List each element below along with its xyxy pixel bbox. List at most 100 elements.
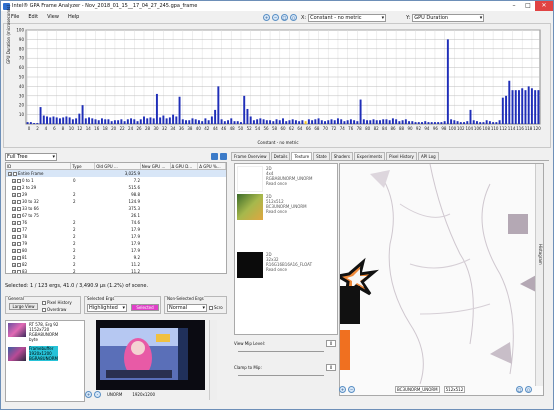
chart-bar[interactable] [527,86,530,124]
chart-bar[interactable] [78,113,81,124]
chart-bar[interactable] [288,120,291,124]
chart-bar[interactable] [65,116,68,124]
expand-icon[interactable]: + [12,178,16,183]
row-checkbox[interactable] [17,255,21,260]
chart-bar[interactable] [408,121,411,124]
large-view-button[interactable]: Large View [9,303,38,310]
chart-bar[interactable] [514,90,517,124]
chart-bar[interactable] [294,120,297,124]
chart-bar[interactable] [291,119,294,124]
col-type[interactable]: Type [71,163,96,169]
chart-bar[interactable] [278,120,281,124]
chart-bar[interactable] [55,117,58,124]
expand-icon[interactable]: + [12,213,16,218]
table-row[interactable]: +76 2 74.6 [6,219,226,226]
chart-bar[interactable] [36,123,39,124]
tab-experiments[interactable]: Experiments [353,152,386,160]
chart-bar[interactable] [201,121,204,124]
chart-bar[interactable] [450,119,453,124]
view-mip-slider[interactable] [238,351,324,352]
chart-bar[interactable] [104,119,107,124]
texture-item-3[interactable]: 2D 32x32 R16G16B16A16_FLOAT Read once [237,252,337,280]
chart-bar[interactable] [307,119,310,124]
menu-edit[interactable]: Edit [28,14,38,20]
chart-bar[interactable] [414,122,417,124]
chart-bar[interactable] [440,122,443,124]
zoom-in-icon[interactable]: + [263,14,270,21]
search-icon[interactable] [220,153,227,160]
pixel-history-checkbox[interactable]: Pixel History [42,300,72,305]
chart-bar[interactable] [433,122,436,124]
chart-bar[interactable] [236,121,239,124]
chart-bar[interactable] [437,122,440,124]
col-delta-gpu-1[interactable]: Δ GPU D... [171,163,199,169]
chart-bar[interactable] [33,123,36,124]
chart-bar[interactable] [107,119,110,124]
chart-bar[interactable] [488,121,491,124]
chart-bar[interactable] [126,119,129,124]
render-target-list[interactable]: RT 578, Erg 92 1152x720 RGBA8UNORM byte … [5,320,85,402]
chart-bar[interactable] [175,116,178,124]
row-checkbox[interactable] [13,171,17,176]
chart-bar[interactable] [430,122,433,124]
chart-bar[interactable] [443,121,446,124]
chart-bar[interactable] [162,115,165,124]
chart-bar[interactable] [353,120,356,124]
chart-bar[interactable] [194,119,197,124]
chart-bar[interactable] [84,118,87,124]
preview-zoom-out-icon[interactable]: - [94,390,101,398]
table-row[interactable]: +30 to 32 2 124.9 [6,198,226,205]
table-row[interactable]: +67 to 75 26.1 [6,212,226,219]
close-button[interactable]: ✕ [535,1,553,11]
table-row[interactable]: +0 to 1 0 7.2 [6,177,226,184]
chart-bar[interactable] [427,122,430,124]
col-old-gpu[interactable]: Old GPU ... [95,163,141,169]
chart-bar[interactable] [214,109,217,124]
chart-bar[interactable] [330,119,333,124]
menu-view[interactable]: View [47,14,59,20]
row-checkbox[interactable] [17,220,21,225]
row-checkbox[interactable] [17,227,21,232]
chart-bar[interactable] [375,120,378,124]
chart-bar[interactable] [524,90,527,124]
expand-icon[interactable]: + [12,255,16,260]
expand-icon[interactable]: + [12,241,16,246]
menu-file[interactable]: File [11,14,19,20]
tab-shaders[interactable]: Shaders [330,152,353,160]
chart-bar[interactable] [220,119,223,124]
chart-bar[interactable] [356,121,359,124]
chart-bar[interactable] [188,120,191,124]
chart-bar[interactable] [81,105,84,124]
chart-bar[interactable] [113,120,116,124]
chart-bar[interactable] [369,120,372,124]
expand-icon[interactable]: + [12,248,16,253]
chart-bar[interactable] [366,120,369,124]
row-checkbox[interactable] [17,178,21,183]
table-row[interactable]: +78 2 17.9 [6,233,226,240]
chart-bar[interactable] [479,122,482,124]
chart-bar[interactable] [398,121,401,124]
chart-bar[interactable] [275,119,278,124]
texture-item-2[interactable]: 2D 512x512 BC3UNORM_UNORM Read once [237,194,337,222]
row-checkbox[interactable] [17,199,21,204]
zoom-fit-icon[interactable]: □ [281,14,288,21]
selected-ergs-select[interactable]: Highlighted [87,304,127,312]
chart-bar[interactable] [472,120,475,124]
texture-zoom-out-icon[interactable]: − [348,386,355,393]
chart-bar[interactable] [391,118,394,124]
chart-bar[interactable] [91,118,94,124]
chart-bar[interactable] [311,120,314,124]
chart-bar[interactable] [71,119,74,124]
expand-icon[interactable]: + [12,199,16,204]
chart-bar[interactable] [475,121,478,124]
table-row[interactable]: +83 2 11.2 [6,268,226,273]
chart-bar[interactable] [110,121,113,124]
chart-bar[interactable] [401,120,404,124]
chart-bar[interactable] [508,80,511,124]
chart-bar[interactable] [324,121,326,124]
chart-bar[interactable] [395,119,398,124]
expand-icon[interactable]: + [12,262,16,267]
chart-bar[interactable] [243,95,246,124]
row-checkbox[interactable] [17,192,21,197]
preview-zoom-in-icon[interactable]: + [85,390,92,398]
